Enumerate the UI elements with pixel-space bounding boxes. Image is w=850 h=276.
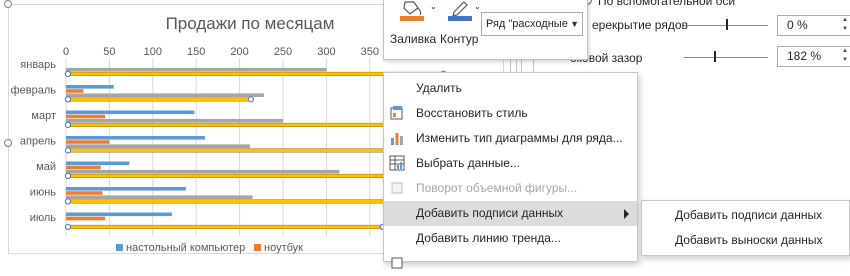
spinner-arrows-icon[interactable]: ▲ ▼ (840, 16, 850, 35)
reset-style-icon (390, 106, 403, 120)
x-tick-label: 350 (361, 46, 379, 58)
bar-series-0[interactable] (66, 136, 205, 140)
select-data-icon (389, 155, 405, 171)
category-label: июль (30, 212, 57, 224)
bar-series-1[interactable] (66, 89, 84, 93)
bar-series-3[interactable] (65, 97, 252, 102)
pen-icon (448, 1, 472, 21)
selection-handle[interactable] (64, 198, 72, 205)
menu-item-reset-style[interactable]: Восстановить стиль (384, 101, 637, 126)
fill-button[interactable]: ⌄ Заливка (390, 0, 440, 56)
menu-item-delete[interactable]: Удалить (384, 76, 637, 101)
selection-handle[interactable] (64, 223, 72, 230)
bar-series-2[interactable] (66, 93, 264, 97)
outline-button[interactable]: ⌄ Контур (440, 0, 481, 56)
bar-series-1[interactable] (66, 216, 106, 221)
bar-series-2[interactable] (66, 169, 340, 174)
bar-series-2[interactable] (66, 118, 283, 123)
submenu-arrow-icon (624, 209, 629, 219)
submenu-item-add-data-callouts[interactable]: Добавить выноски данных (642, 228, 849, 253)
x-tick-label: 200 (230, 46, 248, 58)
chevron-down-icon[interactable]: ⌄ (474, 2, 481, 11)
menu-item-add-data-labels[interactable]: Добавить подписи данных (384, 201, 637, 226)
chevron-down-icon[interactable]: ⌄ (430, 2, 437, 11)
selection-handle[interactable] (64, 172, 72, 179)
menu-item-label: Добавить линию тренда... (416, 231, 561, 245)
bar-series-2[interactable] (66, 67, 327, 72)
submenu-item-add-data-labels[interactable]: Добавить подписи данных (642, 203, 849, 228)
fill-label: Заливка (390, 32, 437, 46)
bar-series-2[interactable] (66, 144, 251, 148)
bar-series-0[interactable] (66, 161, 130, 166)
bar-series-1[interactable] (66, 140, 110, 144)
gap-width-input[interactable]: 182 % ▲ ▼ (777, 46, 850, 67)
legend-entry[interactable]: ноутбук (264, 242, 303, 254)
x-tick-label: 250 (274, 46, 292, 58)
bar-series-3[interactable] (65, 224, 384, 229)
menu-item-label: Добавить подписи данных (416, 206, 564, 220)
menu-item-label: Восстановить стиль (416, 106, 528, 120)
gap-width-value: 182 % (787, 49, 822, 63)
category-label: март (31, 110, 56, 122)
outline-label: Контур (440, 32, 479, 46)
x-tick-label: 50 (103, 46, 115, 58)
format-icon (391, 257, 403, 269)
bar-series-0[interactable] (66, 110, 195, 115)
rotate-3d-icon (391, 182, 403, 194)
bar-series-0[interactable] (66, 187, 186, 191)
series-overlap-value: 0 % (787, 18, 808, 32)
category-label: апрель (20, 136, 56, 148)
selection-handle[interactable] (64, 96, 72, 103)
series-overlap-slider-thumb[interactable] (726, 19, 728, 30)
category-label: январь (20, 59, 56, 71)
x-tick-label: 100 (144, 46, 162, 58)
menu-item-3d-rotation: Поворот объемной фигуры... (384, 176, 637, 201)
x-tick-label: 150 (187, 46, 205, 58)
category-label: июнь (30, 187, 56, 199)
series-select[interactable]: Ряд "расходные ▼ (481, 12, 583, 36)
category-label: февраль (11, 85, 57, 97)
menu-item-select-data[interactable]: Выбрать данные... (384, 151, 637, 176)
menu-item-change-chart-type[interactable]: Изменить тип диаграммы для ряда... (384, 126, 637, 151)
menu-item-add-trendline[interactable]: Добавить линию тренда... (384, 226, 637, 251)
selection-handle[interactable] (64, 70, 72, 78)
x-tick-label: 300 (317, 46, 335, 58)
paint-bucket-icon (400, 1, 424, 21)
series-overlap-input[interactable]: 0 % ▲ ▼ (777, 15, 850, 36)
menu-item-label: Удалить (416, 81, 462, 95)
bar-series-1[interactable] (66, 114, 106, 119)
legend-swatch (116, 244, 123, 251)
selection-handle[interactable] (64, 147, 72, 154)
spinner-arrows-icon[interactable]: ▲ ▼ (840, 47, 850, 66)
menu-item-label: Поворот объемной фигуры... (416, 181, 578, 195)
menu-item-label: Выбрать данные... (416, 156, 520, 170)
bar-series-0[interactable] (66, 85, 114, 89)
bar-series-1[interactable] (66, 191, 103, 195)
selection-handle[interactable] (64, 121, 72, 129)
bar-series-2[interactable] (66, 195, 253, 199)
bar-series-1[interactable] (66, 165, 101, 170)
secondary-axis-label: По вспомогательной оси (598, 0, 736, 8)
series-overlap-label: ерекрытие рядов (592, 18, 688, 32)
mini-toolbar: ⌄ Заливка ⌄ Контур Ряд "расходные ▼ (383, 0, 588, 60)
gap-width-slider[interactable] (684, 57, 768, 58)
legend-entry[interactable]: настольный компьютер (126, 242, 245, 254)
legend-swatch (254, 244, 261, 251)
menu-item-label: Изменить тип диаграммы для ряда... (416, 131, 623, 145)
x-tick-label: 0 (63, 46, 69, 58)
submenu-item-label: Добавить подписи данных (675, 208, 823, 222)
data-labels-submenu: Добавить подписи данных Добавить выноски… (641, 200, 850, 256)
selection-handle[interactable] (247, 96, 254, 103)
context-menu: Удалить Восстановить стиль Изменить тип … (383, 72, 638, 269)
gap-width-slider-thumb[interactable] (714, 51, 717, 62)
dropdown-arrow-icon[interactable]: ▼ (570, 13, 579, 35)
chart-type-icon (391, 133, 403, 145)
series-select-value: Ряд "расходные (486, 18, 568, 30)
bar-series-0[interactable] (66, 212, 172, 217)
bar-series-3[interactable] (65, 122, 388, 127)
category-label: май (36, 161, 56, 173)
submenu-item-label: Добавить выноски данных (675, 233, 823, 247)
